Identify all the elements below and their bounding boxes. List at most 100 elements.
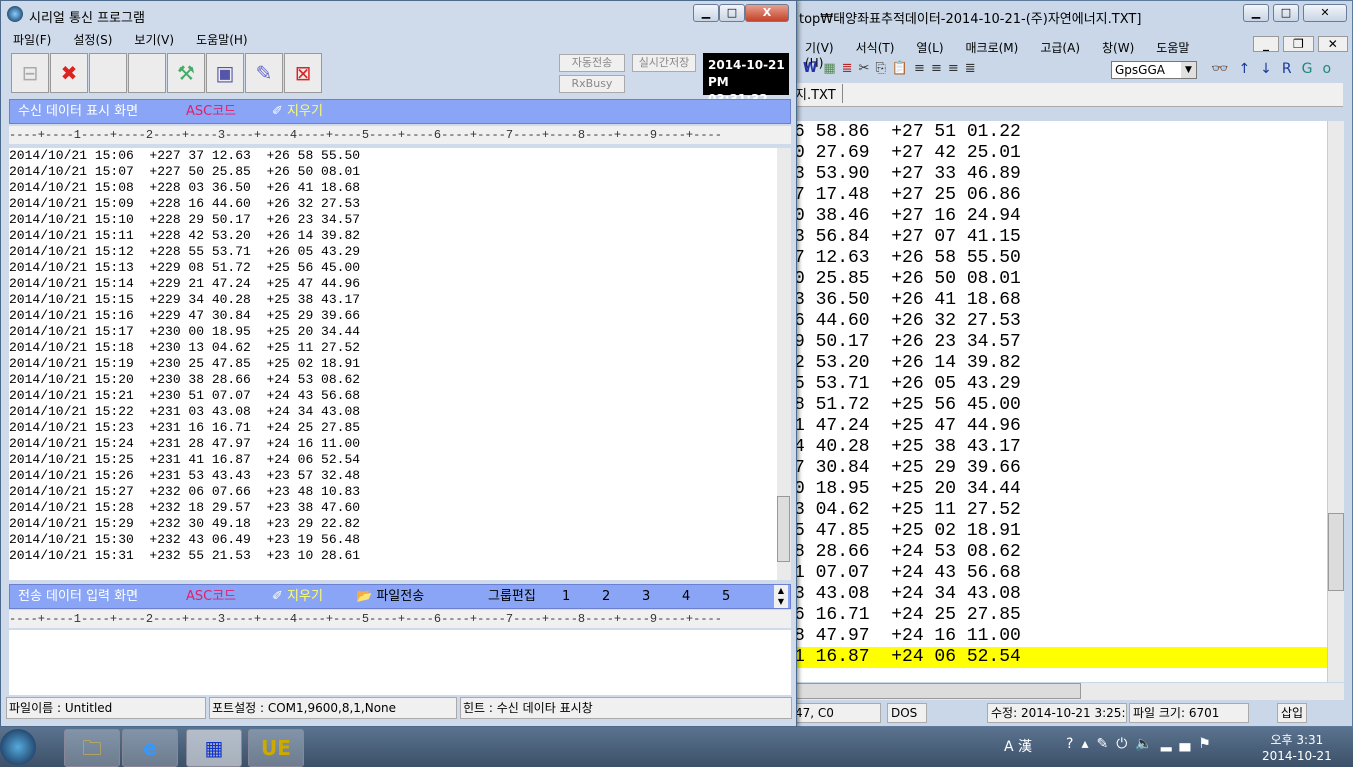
power-icon[interactable]: ⏻ — [1116, 736, 1135, 752]
send-asc-code-button[interactable]: ASC코드 — [186, 585, 236, 608]
group-button-3[interactable]: 3 — [642, 585, 682, 608]
exit-button[interactable]: ⊠ — [284, 53, 322, 93]
menu-item[interactable]: 도움말(H) — [196, 33, 248, 47]
align-right-icon[interactable]: ≡ — [948, 61, 965, 76]
align-left-icon[interactable]: ≡ — [914, 61, 931, 76]
minimize-button[interactable]: ▁ — [1243, 4, 1269, 22]
receive-line: 2014/10/21 15:12 +228 55 53.71 +26 05 43… — [9, 244, 361, 259]
receive-asc-code-button[interactable]: ASC코드 — [186, 100, 236, 123]
receive-line: 2014/10/21 15:31 +232 55 21.53 +23 10 28… — [9, 548, 361, 563]
status-position: 47, C0 — [791, 703, 881, 723]
menu-item[interactable]: 기(V) — [805, 41, 834, 55]
vertical-scrollbar[interactable] — [1327, 121, 1344, 682]
tray-clock[interactable]: 오후 3:31 2014-10-21 — [1262, 732, 1332, 764]
internet-explorer-icon[interactable]: e — [122, 729, 178, 767]
word-wrap-icon[interactable]: W — [803, 61, 823, 76]
scrollbar-thumb[interactable] — [1328, 513, 1344, 591]
file-send-label: 파일전송 — [376, 589, 425, 604]
realtime-save-button[interactable]: 실시간저장 — [632, 54, 696, 72]
explorer-icon[interactable]: 🗀 — [64, 729, 120, 767]
auto-send-button[interactable]: 자동전송 — [559, 54, 625, 72]
clear-brush-icon: ✎ — [255, 61, 273, 85]
group-edit-label: 그룹편집 — [488, 589, 536, 604]
device-button[interactable]: ▣ — [206, 53, 244, 93]
editor-line: 8 28.66 +24 53 08.62 — [794, 542, 1021, 562]
menu-item[interactable]: 고급(A) — [1040, 41, 1080, 55]
find-icon[interactable]: 👓 — [1211, 61, 1238, 77]
chevron-down-icon[interactable]: ▼ — [1181, 62, 1196, 78]
horizontal-scrollbar[interactable] — [791, 683, 1344, 700]
file-tab[interactable]: 지.TXT — [795, 84, 843, 103]
replace-icon[interactable]: R — [1282, 61, 1302, 77]
hex-icon[interactable]: ▦ — [823, 61, 841, 76]
start-orb-icon[interactable] — [0, 729, 36, 765]
menu-item[interactable]: 설정(S) — [73, 33, 112, 47]
serial-program-icon[interactable]: ▦ — [186, 729, 242, 767]
editor-text-area[interactable]: 6 58.86 +27 51 01.22 0 27.69 +27 42 25.01… — [791, 121, 1327, 682]
menu-item[interactable]: 보기(V) — [134, 33, 174, 47]
menu-item[interactable]: 매크로(M) — [966, 41, 1019, 55]
paste-icon[interactable]: 📋 — [892, 61, 914, 76]
group-button-5[interactable]: 5 — [722, 585, 762, 608]
serial-window: 시리얼 통신 프로그램 ▁ □ X 파일(F) 설정(S) 보기(V) 도움말(H) … — [0, 0, 797, 727]
scrollbar-thumb[interactable] — [777, 496, 790, 562]
toolbar-blank-button[interactable] — [128, 53, 166, 93]
receive-scrollbar[interactable] — [777, 148, 791, 580]
action-center-flag-icon[interactable]: ⚑ — [1198, 736, 1219, 752]
group-spinner[interactable]: ▲ ▼ — [774, 585, 788, 608]
send-clear-button[interactable]: ✐ 지우기 — [272, 585, 323, 608]
receive-line: 2014/10/21 15:28 +232 18 29.57 +23 38 47… — [9, 500, 361, 515]
receive-text-area[interactable]: 2014/10/21 15:06 +227 37 12.63 +26 58 55… — [9, 148, 777, 580]
justify-icon[interactable]: ≣ — [965, 61, 982, 76]
cut-icon[interactable]: ✂ — [859, 61, 876, 76]
goto-icon[interactable]: Go — [1302, 61, 1341, 77]
maximize-button[interactable]: □ — [1273, 4, 1299, 22]
connect-button[interactable]: ⊟ — [11, 53, 49, 93]
pen-icon[interactable]: ✎ — [1096, 736, 1116, 752]
close-button[interactable]: X — [745, 4, 789, 22]
macro-combo[interactable]: GpsGGA ▼ — [1111, 61, 1197, 79]
ultraedit-icon[interactable]: UE — [248, 729, 304, 767]
show-hidden-icon[interactable]: ▴ — [1081, 736, 1096, 752]
editor-line: 7 30.84 +25 29 39.66 — [794, 458, 1021, 478]
group-button-2[interactable]: 2 — [602, 585, 642, 608]
maximize-button[interactable]: □ — [719, 4, 745, 22]
ime-indicator[interactable]: A 漢 — [1004, 736, 1032, 756]
tray-icons: ?▴✎⏻🔈▂▄⚑ — [1066, 736, 1219, 752]
clear-brush-button[interactable]: ✎ — [245, 53, 283, 93]
format-icon[interactable]: ≣ — [842, 61, 859, 76]
editor-window: top₩태양좌표추적데이터-2014-10-21-(주)자연에너지.TXT] ▁… — [790, 0, 1353, 727]
copy-icon[interactable]: ⎘ — [875, 61, 891, 76]
editor-line: 8 47.97 +24 16 11.00 — [794, 626, 1021, 646]
find-prev-icon[interactable]: ↑ — [1238, 61, 1260, 77]
minimize-button[interactable]: ▁ — [693, 4, 719, 22]
receive-line: 2014/10/21 15:11 +228 42 53.20 +26 14 39… — [9, 228, 361, 243]
find-next-icon[interactable]: ↓ — [1260, 61, 1282, 77]
mdi-minimize-button[interactable]: _ — [1253, 36, 1279, 52]
file-send-button[interactable]: 📂 파일전송 — [356, 585, 424, 608]
clear-label: 지우기 — [287, 589, 323, 604]
menu-item[interactable]: 파일(F) — [13, 33, 51, 47]
close-button[interactable]: ✕ — [1303, 4, 1347, 22]
group-button-1[interactable]: 1 — [562, 585, 602, 608]
volume-icon[interactable]: 🔈 — [1135, 736, 1160, 752]
signal-icon[interactable]: ▂▄ — [1161, 736, 1199, 752]
toolbar-blank-button[interactable] — [89, 53, 127, 93]
menu-item[interactable]: 창(W) — [1102, 41, 1134, 55]
group-button-4[interactable]: 4 — [682, 585, 722, 608]
help-icon[interactable]: ? — [1066, 736, 1081, 752]
disconnect-button[interactable]: ✖ — [50, 53, 88, 93]
menu-item[interactable]: 서식(T) — [856, 41, 895, 55]
align-center-icon[interactable]: ≡ — [931, 61, 948, 76]
editor-line: 6 44.60 +26 32 27.53 — [794, 311, 1021, 331]
receive-clear-button[interactable]: ✐ 지우기 — [272, 100, 323, 123]
mdi-close-button[interactable]: ✕ — [1317, 36, 1348, 52]
mdi-restore-button[interactable]: ❐ — [1283, 36, 1314, 52]
h-scrollbar-thumb[interactable] — [791, 683, 1081, 699]
menu-item[interactable]: 열(L) — [916, 41, 943, 55]
send-input-area[interactable] — [9, 630, 791, 695]
search-tools: 👓↑↓RGo — [1211, 61, 1341, 77]
settings-tools-button[interactable]: ⚒ — [167, 53, 205, 93]
mdi-controls: _ ❐ ✕ — [1253, 36, 1348, 52]
editor-line: 5 47.85 +25 02 18.91 — [794, 521, 1021, 541]
